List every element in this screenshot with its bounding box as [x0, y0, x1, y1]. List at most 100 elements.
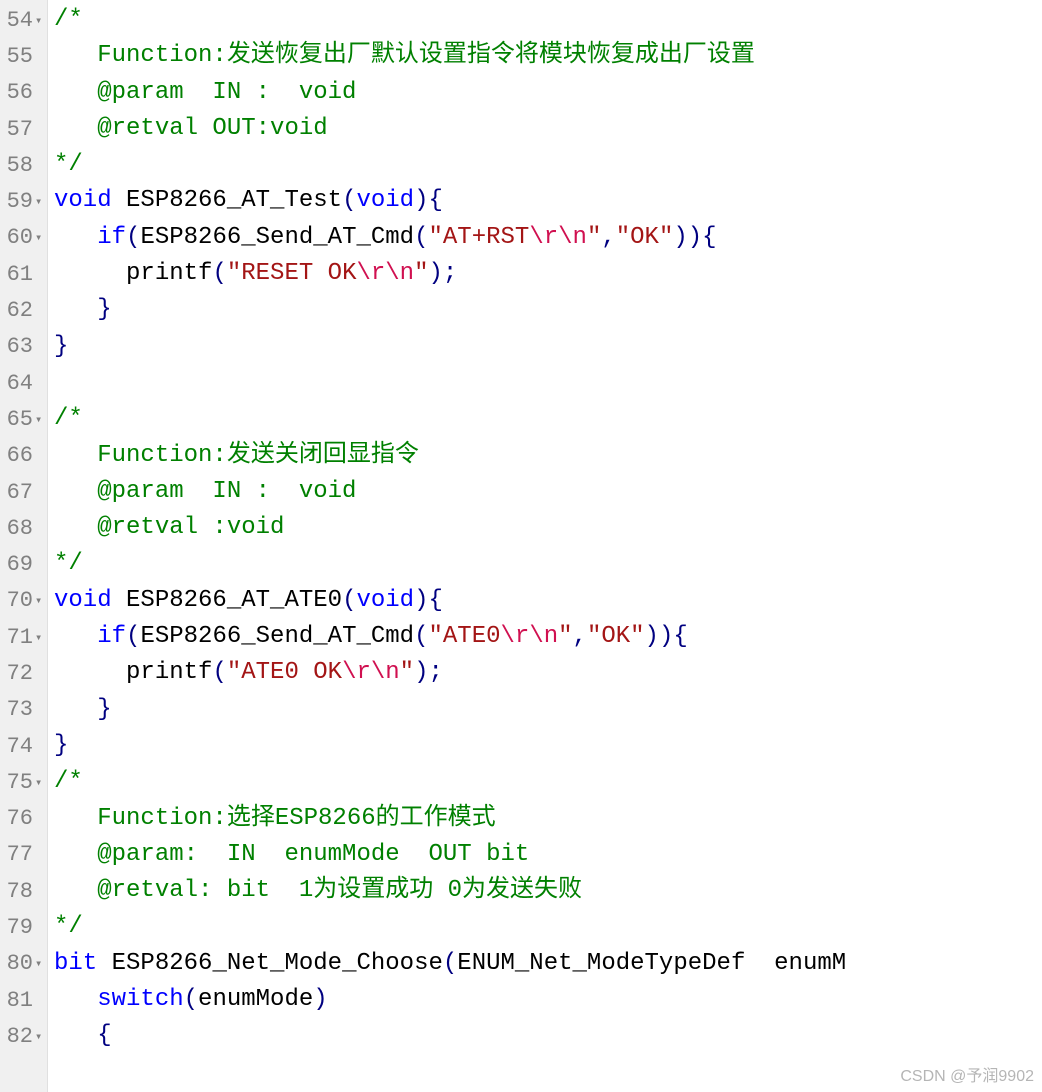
- line-number-value: 62: [7, 298, 33, 323]
- fold-toggle-icon[interactable]: ▾: [35, 593, 45, 608]
- code-token: [112, 587, 126, 614]
- line-number-value: 59: [7, 189, 33, 214]
- line-number: 70▾: [0, 583, 47, 619]
- code-line: [54, 365, 1042, 401]
- line-number-value: 73: [7, 697, 33, 722]
- code-token: @retval :void: [54, 514, 284, 541]
- line-number-value: 55: [7, 44, 33, 69]
- line-number: 55: [0, 38, 47, 74]
- code-editor-content[interactable]: /* Function:发送恢复出厂默认设置指令将模块恢复成出厂设置 @para…: [48, 0, 1042, 1092]
- line-number-value: 67: [7, 480, 33, 505]
- code-token: [54, 260, 126, 287]
- code-line: }: [54, 292, 1042, 328]
- code-token: "ATE0 OK: [227, 659, 342, 686]
- line-number: 54▾: [0, 2, 47, 38]
- code-line: void ESP8266_AT_ATE0(void){: [54, 583, 1042, 619]
- code-token: switch: [97, 986, 183, 1013]
- line-number-value: 65: [7, 407, 33, 432]
- code-token: [54, 659, 126, 686]
- line-number-value: 80: [7, 951, 33, 976]
- fold-toggle-icon[interactable]: ▾: [35, 1029, 45, 1044]
- code-token: void: [356, 587, 414, 614]
- code-token: */: [54, 550, 83, 577]
- code-token: ): [313, 986, 327, 1013]
- code-token: (: [342, 587, 356, 614]
- line-number-value: 75: [7, 770, 33, 795]
- code-token: Function:选择ESP8266的工作模式: [54, 805, 496, 832]
- code-token: \r\n: [356, 260, 414, 287]
- code-token: ESP8266_Send_AT_Cmd: [140, 623, 414, 650]
- code-token: if: [97, 224, 126, 251]
- code-token: @param: IN enumMode OUT bit: [54, 841, 529, 868]
- code-token: */: [54, 913, 83, 940]
- line-number: 57: [0, 111, 47, 147]
- code-token: [54, 986, 97, 1013]
- code-token: {: [428, 187, 442, 214]
- code-line: switch(enumMode): [54, 982, 1042, 1018]
- code-token: ): [414, 187, 428, 214]
- code-line: Function:发送恢复出厂默认设置指令将模块恢复成出厂设置: [54, 38, 1042, 74]
- code-line: */: [54, 147, 1042, 183]
- fold-toggle-icon[interactable]: ▾: [35, 775, 45, 790]
- line-number-value: 54: [7, 8, 33, 33]
- code-token: [54, 1022, 97, 1049]
- line-number-value: 71: [7, 625, 33, 650]
- code-line: Function:发送关闭回显指令: [54, 438, 1042, 474]
- fold-toggle-icon[interactable]: ▾: [35, 630, 45, 645]
- code-token: [97, 950, 111, 977]
- fold-toggle-icon[interactable]: ▾: [35, 230, 45, 245]
- watermark-text: CSDN @予润9902: [900, 1062, 1034, 1086]
- fold-toggle-icon[interactable]: ▾: [35, 412, 45, 427]
- code-token: void: [356, 187, 414, 214]
- line-number: 59▾: [0, 183, 47, 219]
- code-token: {: [97, 1022, 111, 1049]
- line-number: 64: [0, 365, 47, 401]
- code-token: [54, 369, 68, 396]
- code-token: Function:发送关闭回显指令: [54, 442, 419, 469]
- code-token: {: [673, 623, 687, 650]
- code-token: (: [414, 224, 428, 251]
- line-number-value: 78: [7, 879, 33, 904]
- code-line: bit ESP8266_Net_Mode_Choose(ENUM_Net_Mod…: [54, 946, 1042, 982]
- code-line: */: [54, 546, 1042, 582]
- line-number: 60▾: [0, 220, 47, 256]
- line-number: 63: [0, 329, 47, 365]
- code-token: "RESET OK: [227, 260, 357, 287]
- line-number: 56: [0, 75, 47, 111]
- code-line: printf("ATE0 OK\r\n");: [54, 655, 1042, 691]
- code-line: @retval: bit 1为设置成功 0为发送失败: [54, 873, 1042, 909]
- code-line: @param IN : void: [54, 474, 1042, 510]
- code-token: /*: [54, 405, 83, 432]
- line-number-value: 69: [7, 552, 33, 577]
- line-number: 65▾: [0, 401, 47, 437]
- code-line: /*: [54, 2, 1042, 38]
- code-token: "ATE0: [429, 623, 501, 650]
- line-number: 66: [0, 438, 47, 474]
- line-number: 61: [0, 256, 47, 292]
- code-token: [54, 224, 97, 251]
- code-line: }: [54, 728, 1042, 764]
- code-token: (: [126, 224, 140, 251]
- code-token: \r\n: [342, 659, 400, 686]
- code-token: [54, 623, 97, 650]
- fold-toggle-icon[interactable]: ▾: [35, 13, 45, 28]
- code-line: /*: [54, 764, 1042, 800]
- line-number: 72: [0, 655, 47, 691]
- code-token: @retval: bit 1为设置成功 0为发送失败: [54, 877, 582, 904]
- code-token: [54, 696, 97, 723]
- line-number: 69: [0, 546, 47, 582]
- code-token: \r\n: [529, 224, 587, 251]
- fold-toggle-icon[interactable]: ▾: [35, 956, 45, 971]
- code-token: if: [97, 623, 126, 650]
- line-number-value: 74: [7, 734, 33, 759]
- line-number: 74: [0, 728, 47, 764]
- line-number-value: 72: [7, 661, 33, 686]
- code-token: void: [54, 587, 112, 614]
- code-token: )): [673, 224, 702, 251]
- code-line: }: [54, 329, 1042, 365]
- line-number: 80▾: [0, 946, 47, 982]
- line-number-value: 81: [7, 988, 33, 1013]
- fold-toggle-icon[interactable]: ▾: [35, 194, 45, 209]
- code-token: ESP8266_AT_ATE0: [126, 587, 342, 614]
- line-number: 77: [0, 837, 47, 873]
